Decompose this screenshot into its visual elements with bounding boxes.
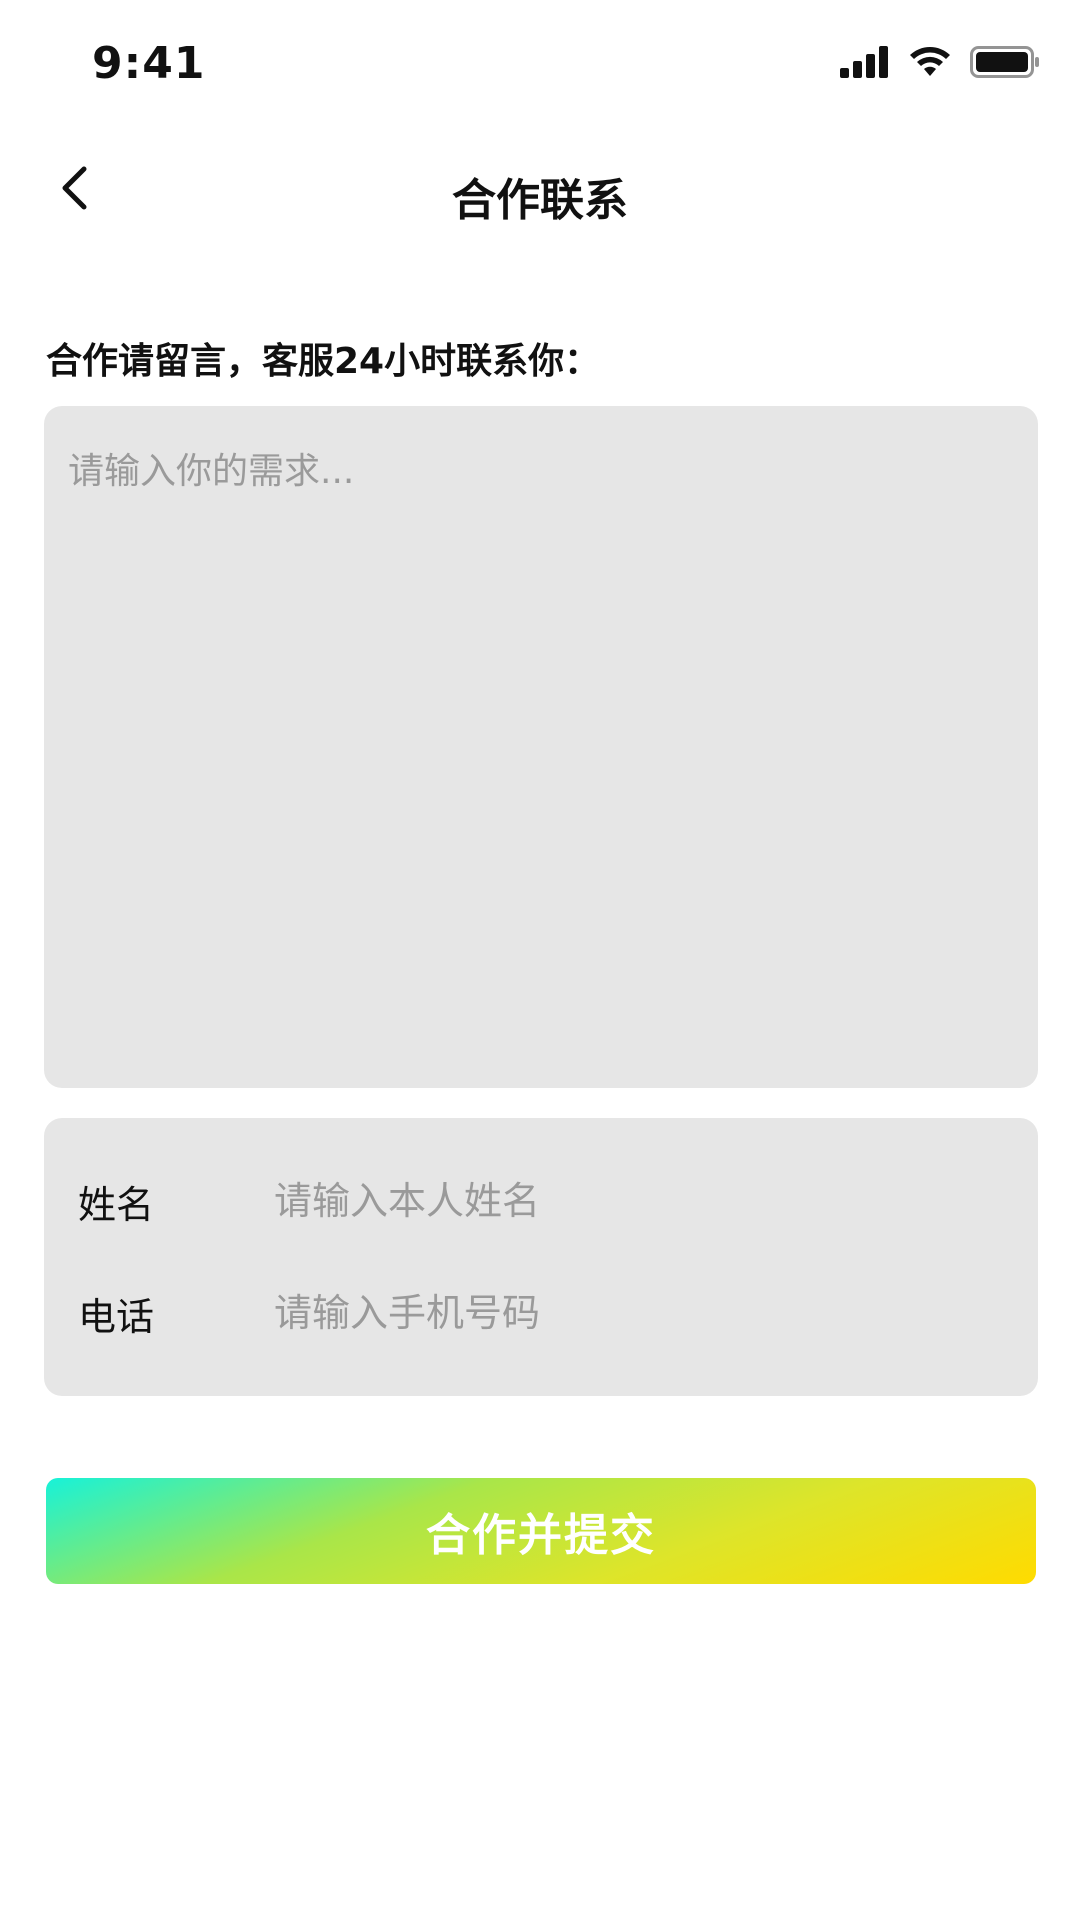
signal-icon <box>840 46 890 82</box>
phone-label: 电话 <box>78 1294 155 1339</box>
phone-row: 电话 <box>44 1258 1038 1368</box>
phone-input[interactable] <box>234 1273 1038 1353</box>
intro-label: 合作请留言，客服24小时联系你： <box>46 341 601 382</box>
nav-bar: 合作联系 <box>0 140 1080 240</box>
battery-icon <box>970 46 1040 82</box>
wifi-icon <box>908 46 952 82</box>
contact-info-card: 姓名 电话 <box>44 1118 1038 1396</box>
need-textarea[interactable] <box>44 406 1038 1088</box>
status-icons <box>840 44 1040 84</box>
name-input[interactable] <box>234 1161 1038 1241</box>
status-time: 9:41 <box>92 38 206 89</box>
page-title: 合作联系 <box>452 175 628 226</box>
status-bar: 9:41 <box>0 0 1080 120</box>
name-label: 姓名 <box>78 1182 155 1227</box>
need-textarea-container <box>44 406 1038 1088</box>
submit-button[interactable]: 合作并提交 <box>46 1478 1036 1584</box>
name-row: 姓名 <box>44 1146 1038 1256</box>
